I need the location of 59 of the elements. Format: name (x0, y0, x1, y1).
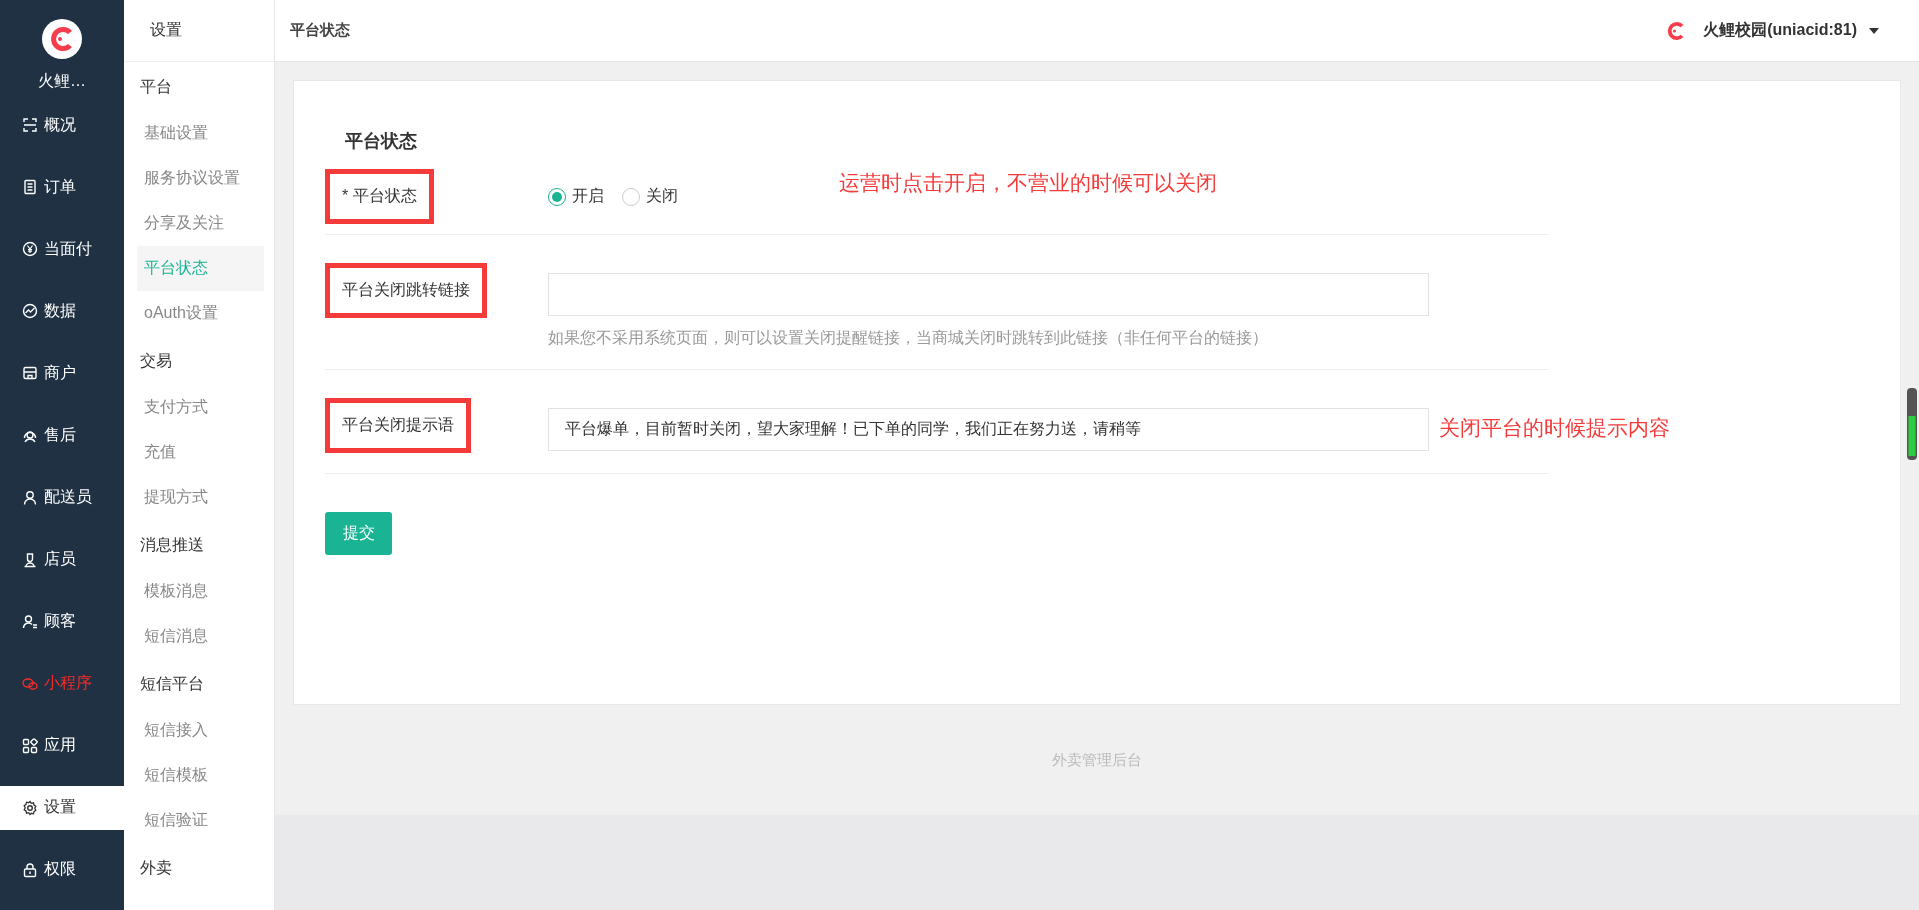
user-list-icon (22, 613, 38, 630)
nav-item[interactable]: 顾客 (0, 599, 124, 644)
yen-coin-icon (22, 241, 38, 258)
submenu-item[interactable]: 短信验证 (137, 798, 264, 843)
submenu-item[interactable]: 短信消息 (137, 614, 264, 659)
nav-item[interactable]: 订单 (0, 165, 124, 210)
submenu-title: 设置 (124, 0, 274, 62)
nav-item[interactable]: 设置 (0, 785, 124, 830)
chat-bubbles-icon (22, 675, 38, 692)
person-icon (22, 551, 38, 568)
help-text: 如果您不采用系统页面，则可以设置关闭提醒链接，当商城关闭时跳转到此链接（非任何平台的链接） (548, 328, 1269, 348)
annotation-text: 运营时点击开启，不营业的时候可以关闭 (839, 170, 1217, 196)
submenu-item[interactable]: 充值 (137, 430, 264, 475)
submenu-item[interactable]: 分享及关注 (137, 201, 264, 246)
nav-item[interactable]: 店员 (0, 537, 124, 582)
submenu-item[interactable]: 支付方式 (137, 385, 264, 430)
nav-item[interactable]: 权限 (0, 847, 124, 892)
nav-item[interactable]: 概况 (0, 103, 124, 148)
user-icon (22, 489, 38, 506)
fish-logo-icon (42, 19, 82, 59)
radio-option[interactable]: 开启 (548, 186, 604, 207)
text-field[interactable]: 平台爆单，目前暂时关闭，望大家理解！已下单的同学，我们正在努力送，请稍等 (548, 408, 1429, 451)
form-title: 平台状态 (345, 130, 418, 153)
submenu-group-title: 消息推送 (139, 535, 205, 555)
submenu-item[interactable]: oAuth设置 (137, 291, 264, 336)
radio-option[interactable]: 关闭 (622, 186, 678, 207)
submenu-group-title: 短信平台 (139, 674, 205, 694)
grid-icon (22, 737, 38, 754)
nav-item[interactable]: 当面付 (0, 227, 124, 272)
brand-name: 火鲤… (38, 71, 86, 91)
submenu-item[interactable]: 短信接入 (137, 708, 264, 753)
account-name[interactable]: 火鲤校园(uniacid:81) (1703, 20, 1857, 41)
submenu-group-title: 外卖 (139, 858, 173, 878)
settings-icon (22, 799, 38, 816)
scan-frame-icon (22, 117, 38, 134)
field-label: * 平台状态 (325, 169, 434, 224)
field-label: 平台关闭提示语 (325, 398, 471, 453)
submenu-item[interactable]: 模板消息 (137, 569, 264, 614)
submenu-item[interactable]: 服务协议设置 (137, 156, 264, 201)
field-label: 平台关闭跳转链接 (325, 263, 487, 318)
document-icon (22, 179, 38, 196)
submenu-item[interactable]: 提现方式 (137, 475, 264, 520)
caret-icon[interactable] (1869, 27, 1879, 34)
submenu-item[interactable]: 短信模板 (137, 753, 264, 798)
nav-item[interactable]: 配送员 (0, 475, 124, 520)
nav-item[interactable]: 应用 (0, 723, 124, 768)
page-title: 平台状态 (290, 21, 350, 40)
nav-item[interactable]: 商户 (0, 351, 124, 396)
submenu-group-title: 平台 (139, 77, 173, 97)
nav-item[interactable]: 数据 (0, 289, 124, 334)
text-field[interactable] (548, 273, 1429, 316)
annotation-text: 关闭平台的时候提示内容 (1439, 415, 1670, 441)
nav-item[interactable]: 售后 (0, 413, 124, 458)
lock-icon (22, 862, 38, 878)
store-icon (22, 365, 38, 382)
level-meter-drawing (1907, 388, 1917, 460)
submenu-item[interactable]: 基础设置 (137, 111, 264, 156)
submenu-group-title: 交易 (139, 351, 173, 371)
line-chart-icon (22, 303, 38, 320)
